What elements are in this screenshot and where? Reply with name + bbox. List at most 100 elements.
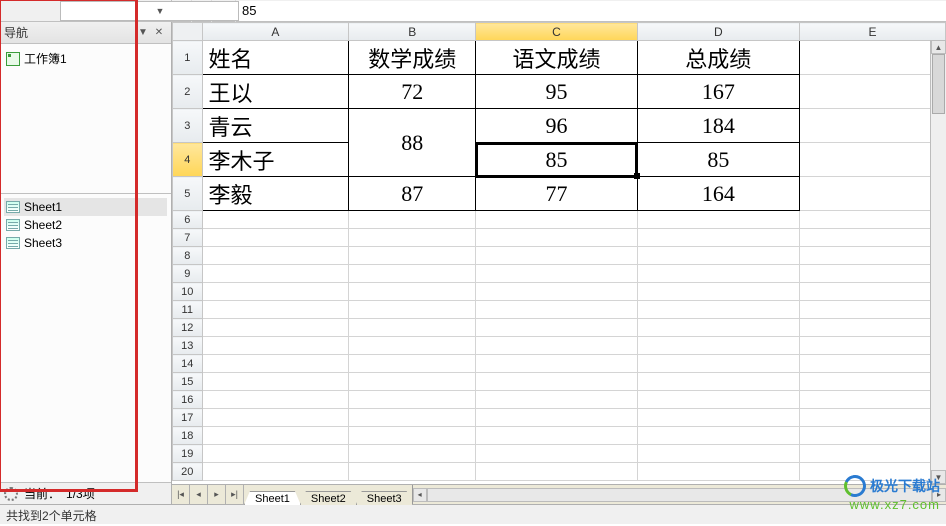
- cell-E17[interactable]: [800, 409, 946, 427]
- row-header-1[interactable]: 1: [173, 41, 203, 75]
- cell-B7[interactable]: [349, 229, 476, 247]
- cell-B15[interactable]: [349, 373, 476, 391]
- cell-C17[interactable]: [476, 409, 637, 427]
- cell-C1[interactable]: 语文成绩: [476, 41, 637, 75]
- vscroll-track[interactable]: [931, 54, 946, 470]
- cell-C13[interactable]: [476, 337, 637, 355]
- tab-first-icon[interactable]: |◂: [172, 485, 190, 504]
- cell-C18[interactable]: [476, 427, 637, 445]
- sheet-tab-Sheet1[interactable]: Sheet1: [244, 491, 301, 505]
- cell-B20[interactable]: [349, 463, 476, 481]
- cell-B9[interactable]: [349, 265, 476, 283]
- cell-C4[interactable]: 85: [476, 143, 637, 177]
- scroll-down-icon[interactable]: ▼: [931, 470, 946, 484]
- row-header-7[interactable]: 7: [173, 229, 203, 247]
- cell-E4[interactable]: [800, 143, 946, 177]
- cell-C2[interactable]: 95: [476, 75, 637, 109]
- cell-A1[interactable]: 姓名: [202, 41, 349, 75]
- tab-last-icon[interactable]: ▸|: [226, 485, 244, 504]
- cell-B6[interactable]: [349, 211, 476, 229]
- vscroll-thumb[interactable]: [932, 54, 945, 114]
- cell-D5[interactable]: 164: [637, 177, 800, 211]
- cell-A10[interactable]: [202, 283, 349, 301]
- cell-A11[interactable]: [202, 301, 349, 319]
- cell-E18[interactable]: [800, 427, 946, 445]
- cell-E8[interactable]: [800, 247, 946, 265]
- scroll-up-icon[interactable]: ▲: [931, 40, 946, 54]
- col-header-A[interactable]: A: [202, 23, 349, 41]
- cell-D4[interactable]: 85: [637, 143, 800, 177]
- cell-B19[interactable]: [349, 445, 476, 463]
- cell-B16[interactable]: [349, 391, 476, 409]
- cell-D10[interactable]: [637, 283, 800, 301]
- cell-B12[interactable]: [349, 319, 476, 337]
- formula-input[interactable]: [236, 1, 946, 21]
- cell-B14[interactable]: [349, 355, 476, 373]
- cell-C19[interactable]: [476, 445, 637, 463]
- cell-D19[interactable]: [637, 445, 800, 463]
- row-header-16[interactable]: 16: [173, 391, 203, 409]
- cell-D15[interactable]: [637, 373, 800, 391]
- cell-A7[interactable]: [202, 229, 349, 247]
- cell-D14[interactable]: [637, 355, 800, 373]
- row-header-6[interactable]: 6: [173, 211, 203, 229]
- scroll-right-icon[interactable]: ▸: [932, 488, 946, 502]
- tab-next-icon[interactable]: ▸: [208, 485, 226, 504]
- cell-D18[interactable]: [637, 427, 800, 445]
- cell-A4[interactable]: 李木子: [202, 143, 349, 177]
- cell-A15[interactable]: [202, 373, 349, 391]
- row-header-18[interactable]: 18: [173, 427, 203, 445]
- row-header-9[interactable]: 9: [173, 265, 203, 283]
- cell-A19[interactable]: [202, 445, 349, 463]
- cell-C11[interactable]: [476, 301, 637, 319]
- cell-B10[interactable]: [349, 283, 476, 301]
- col-header-D[interactable]: D: [637, 23, 800, 41]
- cell-B1[interactable]: 数学成绩: [349, 41, 476, 75]
- row-header-3[interactable]: 3: [173, 109, 203, 143]
- cell-C5[interactable]: 77: [476, 177, 637, 211]
- col-header-C[interactable]: C: [476, 23, 637, 41]
- name-box[interactable]: [60, 1, 239, 21]
- row-header-20[interactable]: 20: [173, 463, 203, 481]
- nav-workbook-item[interactable]: 工作簿1: [4, 48, 167, 69]
- cell-E1[interactable]: [800, 41, 946, 75]
- cell-B13[interactable]: [349, 337, 476, 355]
- row-header-5[interactable]: 5: [173, 177, 203, 211]
- cell-B3-merged[interactable]: 88: [349, 109, 476, 177]
- cell-E9[interactable]: [800, 265, 946, 283]
- col-header-E[interactable]: E: [800, 23, 946, 41]
- cell-E13[interactable]: [800, 337, 946, 355]
- tab-prev-icon[interactable]: ◂: [190, 485, 208, 504]
- row-header-11[interactable]: 11: [173, 301, 203, 319]
- row-header-13[interactable]: 13: [173, 337, 203, 355]
- row-header-4[interactable]: 4: [173, 143, 203, 177]
- row-header-12[interactable]: 12: [173, 319, 203, 337]
- cell-B11[interactable]: [349, 301, 476, 319]
- cell-C20[interactable]: [476, 463, 637, 481]
- cell-A16[interactable]: [202, 391, 349, 409]
- cell-C14[interactable]: [476, 355, 637, 373]
- cell-D6[interactable]: [637, 211, 800, 229]
- cell-B17[interactable]: [349, 409, 476, 427]
- nav-close-icon[interactable]: ✕: [151, 27, 167, 38]
- row-header-10[interactable]: 10: [173, 283, 203, 301]
- cell-D9[interactable]: [637, 265, 800, 283]
- cell-A17[interactable]: [202, 409, 349, 427]
- cell-B8[interactable]: [349, 247, 476, 265]
- cell-A8[interactable]: [202, 247, 349, 265]
- cell-C6[interactable]: [476, 211, 637, 229]
- gear-icon[interactable]: [4, 487, 18, 501]
- cell-D17[interactable]: [637, 409, 800, 427]
- cell-A3[interactable]: 青云: [202, 109, 349, 143]
- cell-C15[interactable]: [476, 373, 637, 391]
- scroll-left-icon[interactable]: ◂: [413, 488, 427, 502]
- sheet-tab-Sheet3[interactable]: Sheet3: [356, 491, 413, 505]
- cell-D2[interactable]: 167: [637, 75, 800, 109]
- nav-sheet-item[interactable]: Sheet3: [4, 234, 167, 252]
- cell-A6[interactable]: [202, 211, 349, 229]
- cell-E5[interactable]: [800, 177, 946, 211]
- nav-sheet-item[interactable]: Sheet1: [4, 198, 167, 216]
- cell-E7[interactable]: [800, 229, 946, 247]
- cell-E15[interactable]: [800, 373, 946, 391]
- cell-C8[interactable]: [476, 247, 637, 265]
